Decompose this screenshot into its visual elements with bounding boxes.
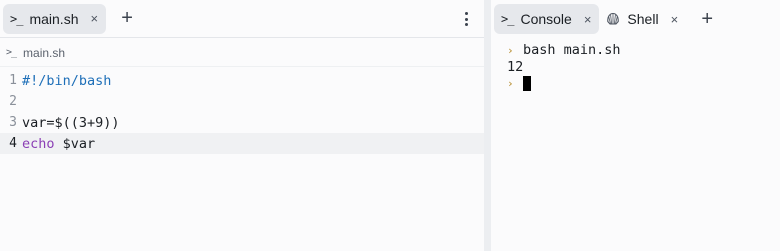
close-icon[interactable]: ×: [584, 12, 592, 27]
add-tab-icon[interactable]: +: [696, 8, 718, 30]
editor-pane: >_ main.sh × + >_ main.sh 1 #!/bin/bash …: [0, 0, 484, 251]
console-output[interactable]: › bash main.sh 12 ›: [491, 42, 780, 92]
terminal-prompt-icon: >_: [10, 11, 23, 26]
shell-icon: [607, 12, 620, 25]
console-command: bash main.sh: [523, 42, 621, 59]
close-icon[interactable]: ×: [90, 11, 98, 26]
breadcrumb-file[interactable]: main.sh: [23, 46, 65, 60]
tab-console[interactable]: >_ Console ×: [494, 4, 600, 34]
pane-resize-handle[interactable]: [484, 0, 491, 251]
code-text: var=$((3+9)): [22, 114, 120, 131]
prompt-caret-icon: ›: [507, 76, 514, 90]
tab-label: main.sh: [29, 10, 79, 27]
line-number: 2: [9, 94, 17, 109]
terminal-prompt-icon: >_: [501, 12, 514, 26]
console-input-line[interactable]: ›: [507, 75, 780, 92]
code-text: #!/bin/bash: [22, 72, 112, 89]
editor-tab-bar: >_ main.sh × +: [0, 0, 484, 38]
code-keyword: echo: [22, 135, 55, 152]
close-icon[interactable]: ×: [671, 12, 679, 27]
console-result: 12: [507, 58, 524, 75]
tab-label: Console: [520, 11, 572, 27]
console-pane: >_ Console × Shell × + › bash main.sh 12 …: [491, 0, 780, 251]
code-line[interactable]: 2: [0, 91, 484, 112]
code-line[interactable]: 3 var=$((3+9)): [0, 112, 484, 133]
console-result-line: 12: [507, 59, 780, 76]
kebab-menu-icon[interactable]: [460, 10, 472, 28]
line-number: 3: [9, 115, 17, 130]
terminal-prompt-icon: >_: [6, 47, 17, 58]
breadcrumb: >_ main.sh: [0, 39, 484, 67]
prompt-caret-icon: ›: [507, 43, 514, 57]
text-cursor: [523, 75, 531, 91]
code-text: $var: [54, 135, 96, 152]
code-editor[interactable]: 1 #!/bin/bash 2 3 var=$((3+9)) 4 echo $v…: [0, 70, 484, 154]
tab-label: Shell: [627, 11, 659, 27]
code-line-current[interactable]: 4 echo $var: [0, 133, 484, 154]
line-number: 1: [9, 73, 17, 88]
tab-main-sh[interactable]: >_ main.sh ×: [3, 3, 107, 34]
line-number: 4: [9, 136, 17, 151]
console-command-line: › bash main.sh: [507, 42, 780, 59]
add-tab-icon[interactable]: +: [116, 7, 138, 30]
console-tab-bar: >_ Console × Shell × +: [491, 0, 780, 38]
tab-shell[interactable]: Shell ×: [599, 4, 686, 34]
code-line[interactable]: 1 #!/bin/bash: [0, 70, 484, 91]
